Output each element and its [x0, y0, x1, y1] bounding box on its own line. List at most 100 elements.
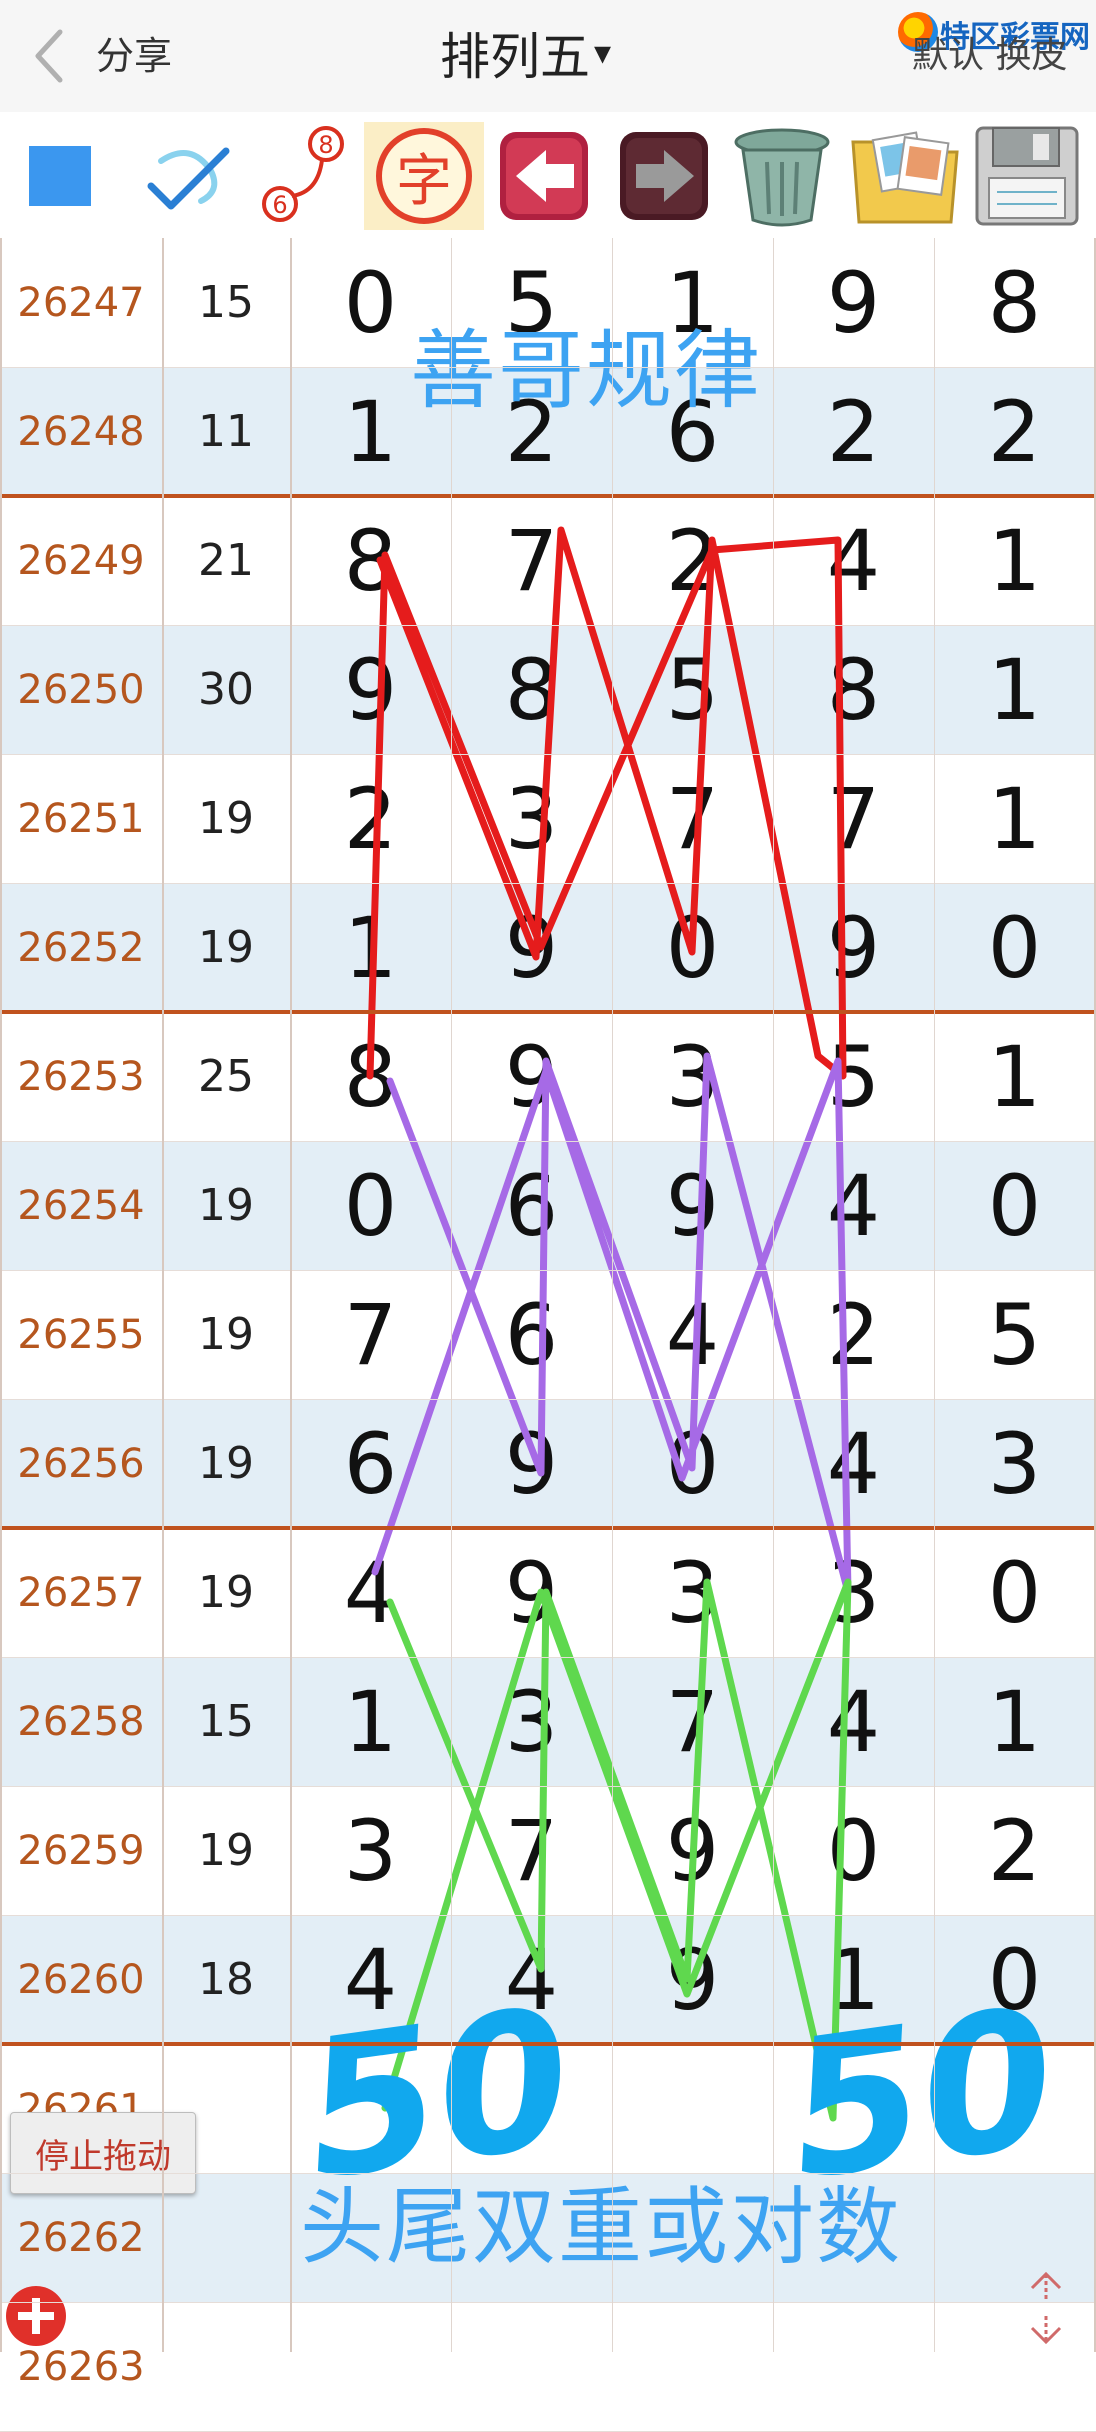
issue-number: 26250: [17, 666, 145, 713]
number-link-tool-button[interactable]: 8 6: [256, 122, 356, 230]
digit-cell: 1: [343, 1672, 398, 1771]
sum-value: 15: [198, 1696, 254, 1747]
back-chevron-icon[interactable]: [30, 26, 70, 86]
row-divider: [0, 1141, 1096, 1142]
issue-number: 26258: [17, 1698, 145, 1745]
digit-cell: 1: [987, 1672, 1042, 1771]
table-row[interactable]: 26250 30 9 8 5 8 1: [0, 625, 1096, 754]
digit-cell: 9: [343, 640, 398, 739]
column-divider: [162, 238, 164, 2352]
char-icon: 字: [376, 128, 472, 224]
row-divider: [0, 1915, 1096, 1916]
save-button[interactable]: [968, 122, 1086, 230]
sum-value: 11: [198, 406, 254, 457]
digit-cell: 3: [987, 1414, 1042, 1513]
table-row[interactable]: 26257 19 4 9 3 3 0: [0, 1528, 1096, 1657]
digit-cell: 0: [987, 1156, 1042, 1255]
table-row[interactable]: 26253 25 8 9 3 5 1: [0, 1012, 1096, 1141]
column-divider: [0, 238, 2, 2352]
sum-value: 21: [198, 535, 254, 586]
issue-number: 26251: [17, 795, 145, 842]
sum-value: 30: [198, 664, 254, 715]
redo-button[interactable]: [614, 122, 714, 230]
table-row[interactable]: 26256 19 6 9 0 4 3: [0, 1399, 1096, 1528]
digit-cell: 2: [987, 382, 1042, 481]
issue-number: 26248: [17, 408, 145, 455]
digit-cell: 9: [504, 898, 559, 997]
digit-cell: 2: [987, 1801, 1042, 1900]
scroll-arrows-icon[interactable]: [1018, 2270, 1074, 2346]
sum-value: 25: [198, 1051, 254, 1102]
digit-cell: 1: [987, 640, 1042, 739]
digit-cell: 7: [665, 1672, 720, 1771]
column-divider: [451, 238, 452, 2352]
digit-cell: 0: [987, 1543, 1042, 1642]
char-tool-button[interactable]: 字: [364, 122, 484, 230]
issue-number: 26256: [17, 1440, 145, 1487]
undo-button[interactable]: [494, 122, 594, 230]
table-row[interactable]: 26254 19 0 6 9 4 0: [0, 1141, 1096, 1270]
table-row[interactable]: 26249 21 8 7 2 4 1: [0, 496, 1096, 625]
digit-cell: 4: [826, 1156, 881, 1255]
digit-cell: 4: [826, 1414, 881, 1513]
table-row[interactable]: 26259 19 3 7 9 0 2: [0, 1786, 1096, 1915]
stop-drag-button[interactable]: 停止拖动: [10, 2112, 196, 2194]
back-arrow-icon: [500, 132, 588, 220]
clear-button[interactable]: [724, 122, 840, 230]
chevron-down-icon: ▾: [594, 33, 612, 73]
sum-value: 19: [198, 1825, 254, 1876]
group-separator: [0, 2042, 1096, 2046]
digit-cell: 7: [343, 1285, 398, 1384]
issue-number: 26259: [17, 1827, 145, 1874]
sum-value: 19: [198, 1309, 254, 1360]
row-divider: [0, 1657, 1096, 1658]
lottery-type-selector[interactable]: 排列五 ▾: [440, 18, 611, 88]
digit-cell: 1: [343, 898, 398, 997]
sum-value: 15: [198, 277, 254, 328]
digit-cell: 9: [826, 253, 881, 352]
sum-value: [162, 2302, 290, 2431]
page-title: 排列五: [440, 28, 590, 86]
digit-cell: [612, 2044, 773, 2173]
pen-tool-button[interactable]: [136, 122, 246, 230]
annotation-title: 善哥规律: [410, 321, 762, 421]
table-row[interactable]: 26263: [0, 2302, 1096, 2431]
skin-switch-button[interactable]: 默认 换皮: [912, 38, 1067, 74]
table-row[interactable]: 26255 19 7 6 4 2 5: [0, 1270, 1096, 1399]
digit-cell: 8: [987, 253, 1042, 352]
table-row[interactable]: 26251 19 2 3 7 7 1: [0, 754, 1096, 883]
digit-cell: 1: [987, 769, 1042, 868]
save-icon: [975, 126, 1079, 226]
square-tool-button[interactable]: [20, 122, 100, 230]
digit-cell: 3: [665, 1543, 720, 1642]
sum-value: 18: [198, 1954, 254, 2005]
row-divider: [0, 2302, 1096, 2303]
app-header: 分享 排列五 ▾ 特区彩票网 默认 换皮: [0, 0, 1096, 113]
digit-cell: 8: [343, 511, 398, 610]
add-icon[interactable]: [0, 2280, 72, 2352]
sum-value: 19: [198, 793, 254, 844]
issue-number: 26253: [17, 1053, 145, 1100]
digit-cell: [451, 2302, 612, 2431]
digit-cell: 6: [343, 1414, 398, 1513]
sum-value: 19: [198, 1438, 254, 1489]
digit-cell: 6: [504, 1156, 559, 1255]
share-button[interactable]: 分享: [96, 26, 172, 86]
digit-cell: 7: [504, 1801, 559, 1900]
photo-folder-icon: [851, 131, 959, 224]
digit-cell: 2: [665, 511, 720, 610]
digit-cell: 9: [665, 1930, 720, 2029]
digit-cell: 5: [987, 1285, 1042, 1384]
column-divider: [612, 238, 613, 2352]
digit-cell: 8: [826, 640, 881, 739]
digit-cell: 9: [665, 1801, 720, 1900]
row-divider: [0, 2173, 1096, 2174]
digit-cell: 7: [665, 769, 720, 868]
gallery-button[interactable]: [846, 122, 964, 230]
sum-value: 19: [198, 1567, 254, 1618]
check-pen-icon: [147, 147, 230, 210]
table-row[interactable]: 26258 15 1 3 7 4 1: [0, 1657, 1096, 1786]
issue-number: 26247: [17, 279, 145, 326]
table-row[interactable]: 26252 19 1 9 0 9 0: [0, 883, 1096, 1012]
digit-cell: 4: [665, 1285, 720, 1384]
